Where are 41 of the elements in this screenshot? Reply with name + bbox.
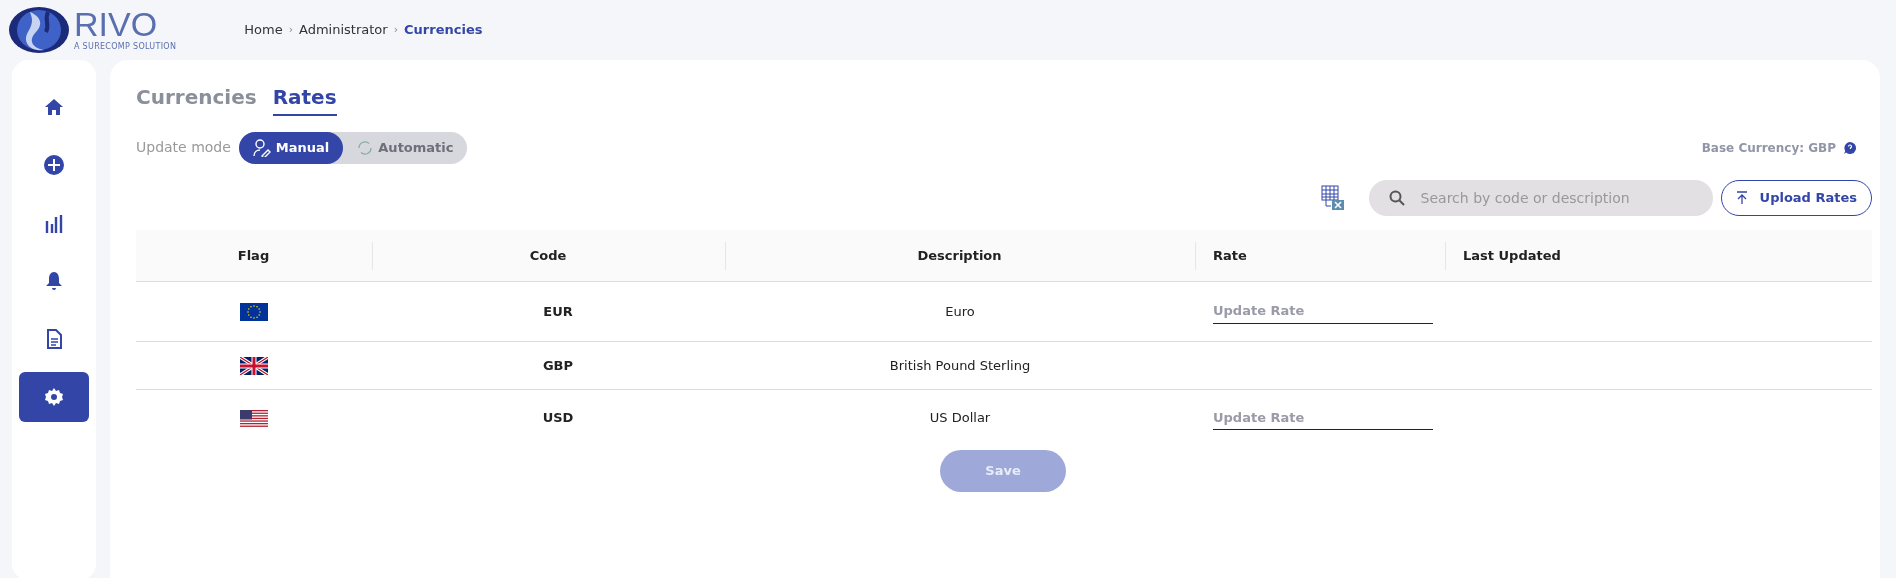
breadcrumb-separator: › <box>288 21 294 38</box>
breadcrumb-current: Currencies <box>404 21 483 40</box>
document-icon <box>46 329 62 349</box>
home-icon <box>44 97 64 117</box>
currency-code: EUR <box>543 303 573 319</box>
search-field[interactable]: Search by code or description <box>1368 179 1713 216</box>
eu-flag-icon <box>240 303 268 322</box>
column-header: Flag <box>237 247 270 263</box>
currency-description: Euro <box>945 303 975 319</box>
tab[interactable]: Rates <box>272 82 337 116</box>
column-header: Description <box>917 247 1002 263</box>
sidebar-item[interactable] <box>19 372 89 422</box>
upload-rates-button[interactable]: Upload Rates <box>1720 179 1872 216</box>
logo-name: RIVO <box>74 7 158 41</box>
column-header: Last Updated <box>1463 247 1561 263</box>
bar-chart-icon <box>45 213 63 233</box>
person-edit-icon <box>252 138 271 157</box>
currency-code: USD <box>542 410 574 425</box>
upload-icon <box>1735 190 1748 205</box>
refresh-icon <box>357 139 374 156</box>
column-header: Rate <box>1213 247 1247 263</box>
base-currency-label: Base Currency: GBP <box>1701 139 1836 157</box>
breadcrumb-separator: › <box>393 21 399 38</box>
excel-export-icon[interactable] <box>1320 184 1345 211</box>
help-icon[interactable] <box>1844 141 1856 154</box>
currency-description: US Dollar <box>929 410 991 425</box>
plus-circle-icon <box>43 154 65 176</box>
settings-icon <box>44 387 64 407</box>
us-flag-icon <box>240 409 268 428</box>
column-header: Code <box>529 247 567 263</box>
logo-tagline: A SURECOMP SOLUTION <box>74 41 177 53</box>
bell-icon <box>45 271 63 291</box>
breadcrumb-link[interactable]: Administrator <box>299 20 388 40</box>
currency-code: GBP <box>542 357 574 373</box>
breadcrumb-link[interactable]: Home <box>244 20 283 40</box>
currency-description: British Pound Sterling <box>889 357 1031 373</box>
update-mode-label: Update mode <box>136 138 231 158</box>
uk-flag-icon <box>240 357 268 376</box>
mode-option[interactable]: Automatic <box>343 132 468 164</box>
logo-icon <box>8 6 70 54</box>
mode-option[interactable]: Manual <box>238 132 344 164</box>
